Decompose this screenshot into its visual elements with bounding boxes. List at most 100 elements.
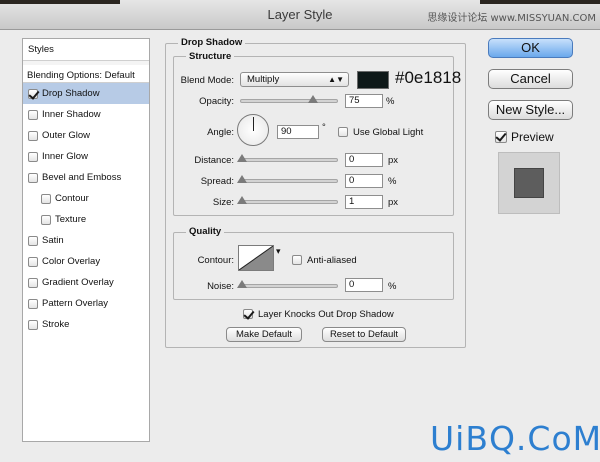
blend-mode-value: Multiply [247, 74, 280, 85]
spread-slider[interactable] [237, 175, 338, 183]
style-item-gradient-overlay[interactable]: Gradient Overlay [23, 272, 149, 293]
make-default-button[interactable]: Make Default [226, 327, 302, 342]
shadow-color-swatch[interactable] [357, 71, 389, 89]
noise-input[interactable]: 0 [345, 278, 383, 292]
noise-unit: % [388, 281, 397, 292]
contour-picker[interactable] [238, 245, 274, 271]
style-item-checkbox[interactable] [28, 235, 38, 246]
background-strip-left [0, 0, 120, 4]
background-strip-right [480, 0, 600, 4]
style-item-stroke[interactable]: Stroke [23, 314, 149, 335]
title-bar[interactable]: Layer Style 思缘设计论坛 www.MISSYUAN.COM [0, 0, 600, 30]
style-item-label: Inner Glow [42, 151, 88, 162]
style-item-checkbox[interactable] [28, 130, 38, 141]
style-item-checkbox[interactable] [41, 214, 51, 225]
brand-watermark: UiBQ.CoM [430, 419, 600, 458]
style-item-color-overlay[interactable]: Color Overlay [23, 251, 149, 272]
cancel-button[interactable]: Cancel [488, 69, 573, 89]
knocks-out-checkbox[interactable] [243, 309, 253, 319]
blending-options-item[interactable]: Blending Options: Default [23, 61, 149, 83]
angle-input[interactable]: 90 [277, 125, 319, 139]
style-item-checkbox[interactable] [28, 256, 38, 267]
spread-label: Spread: [200, 176, 234, 187]
site-watermark: 思缘设计论坛 www.MISSYUAN.COM [427, 13, 596, 24]
spread-input[interactable]: 0 [345, 174, 383, 188]
style-item-label: Gradient Overlay [42, 277, 114, 288]
size-unit: px [388, 197, 399, 208]
reset-to-default-button[interactable]: Reset to Default [322, 327, 406, 342]
style-item-inner-glow[interactable]: Inner Glow [23, 146, 149, 167]
spread-slider-thumb[interactable] [237, 175, 247, 183]
opacity-slider-thumb[interactable] [308, 95, 318, 103]
anti-aliased-label: Anti-aliased [307, 255, 357, 266]
style-item-label: Outer Glow [42, 130, 91, 141]
style-item-checkbox[interactable] [41, 193, 51, 204]
knocks-out-label: Layer Knocks Out Drop Shadow [258, 309, 394, 320]
style-item-satin[interactable]: Satin [23, 230, 149, 251]
angle-dial[interactable] [237, 114, 269, 146]
spread-unit: % [388, 176, 397, 187]
style-item-bevel-and-emboss[interactable]: Bevel and Emboss [23, 167, 149, 188]
distance-label: Distance: [194, 155, 234, 166]
use-global-light-checkbox[interactable] [338, 127, 348, 137]
ok-button[interactable]: OK [488, 38, 573, 58]
preview-swatch [514, 168, 544, 198]
style-item-checkbox[interactable] [28, 109, 38, 120]
styles-list: Styles Blending Options: Default Drop Sh… [22, 38, 150, 442]
distance-input[interactable]: 0 [345, 153, 383, 167]
blend-mode-select[interactable]: Multiply ▲▼ [240, 72, 349, 87]
noise-slider[interactable] [237, 280, 338, 288]
style-item-outer-glow[interactable]: Outer Glow [23, 125, 149, 146]
style-item-checkbox[interactable] [28, 277, 38, 288]
styles-header[interactable]: Styles [23, 39, 149, 61]
contour-curve-icon [239, 246, 273, 270]
noise-label: Noise: [207, 281, 234, 292]
style-item-label: Bevel and Emboss [42, 172, 122, 183]
style-item-label: Drop Shadow [42, 88, 100, 99]
style-item-pattern-overlay[interactable]: Pattern Overlay [23, 293, 149, 314]
distance-slider[interactable] [237, 154, 338, 162]
style-item-label: Inner Shadow [42, 109, 101, 120]
style-item-contour[interactable]: Contour [23, 188, 149, 209]
size-input[interactable]: 1 [345, 195, 383, 209]
opacity-input[interactable]: 75 [345, 94, 383, 108]
noise-slider-thumb[interactable] [237, 280, 247, 288]
preview-label: Preview [511, 130, 554, 144]
style-item-label: Stroke [42, 319, 70, 330]
style-item-checkbox[interactable] [28, 319, 38, 330]
opacity-slider[interactable] [240, 95, 338, 103]
style-item-label: Color Overlay [42, 256, 101, 267]
style-item-checkbox[interactable] [28, 298, 38, 309]
style-item-inner-shadow[interactable]: Inner Shadow [23, 104, 149, 125]
structure-title: Structure [186, 51, 235, 62]
distance-unit: px [388, 155, 399, 166]
preview-checkbox[interactable] [495, 131, 507, 143]
opacity-label: Opacity: [199, 96, 234, 107]
style-item-checkbox[interactable] [28, 172, 38, 183]
contour-dropdown-icon[interactable]: ▾ [276, 246, 281, 257]
color-hex-label: #0e1818 [395, 68, 462, 87]
blend-mode-label: Blend Mode: [180, 75, 234, 86]
opacity-unit: % [386, 96, 395, 107]
style-item-texture[interactable]: Texture [23, 209, 149, 230]
use-global-light-label: Use Global Light [353, 127, 424, 138]
updown-arrows-icon: ▲▼ [328, 75, 344, 84]
size-label: Size: [212, 197, 234, 208]
contour-label: Contour: [197, 255, 234, 266]
style-item-label: Satin [42, 235, 64, 246]
style-item-label: Pattern Overlay [42, 298, 108, 309]
size-slider-thumb[interactable] [237, 196, 247, 204]
anti-aliased-checkbox[interactable] [292, 255, 302, 265]
style-item-checkbox[interactable] [28, 151, 38, 162]
style-preview [498, 152, 560, 214]
style-item-checkbox[interactable] [28, 88, 38, 99]
distance-slider-thumb[interactable] [237, 154, 247, 162]
angle-label: Angle: [207, 127, 234, 138]
new-style-button[interactable]: New Style... [488, 100, 573, 120]
drop-shadow-title: Drop Shadow [178, 37, 246, 48]
style-item-label: Contour [55, 193, 89, 204]
size-slider[interactable] [237, 196, 338, 204]
quality-title: Quality [186, 226, 225, 237]
style-item-label: Texture [55, 214, 87, 225]
angle-degree-symbol: ° [322, 122, 326, 133]
